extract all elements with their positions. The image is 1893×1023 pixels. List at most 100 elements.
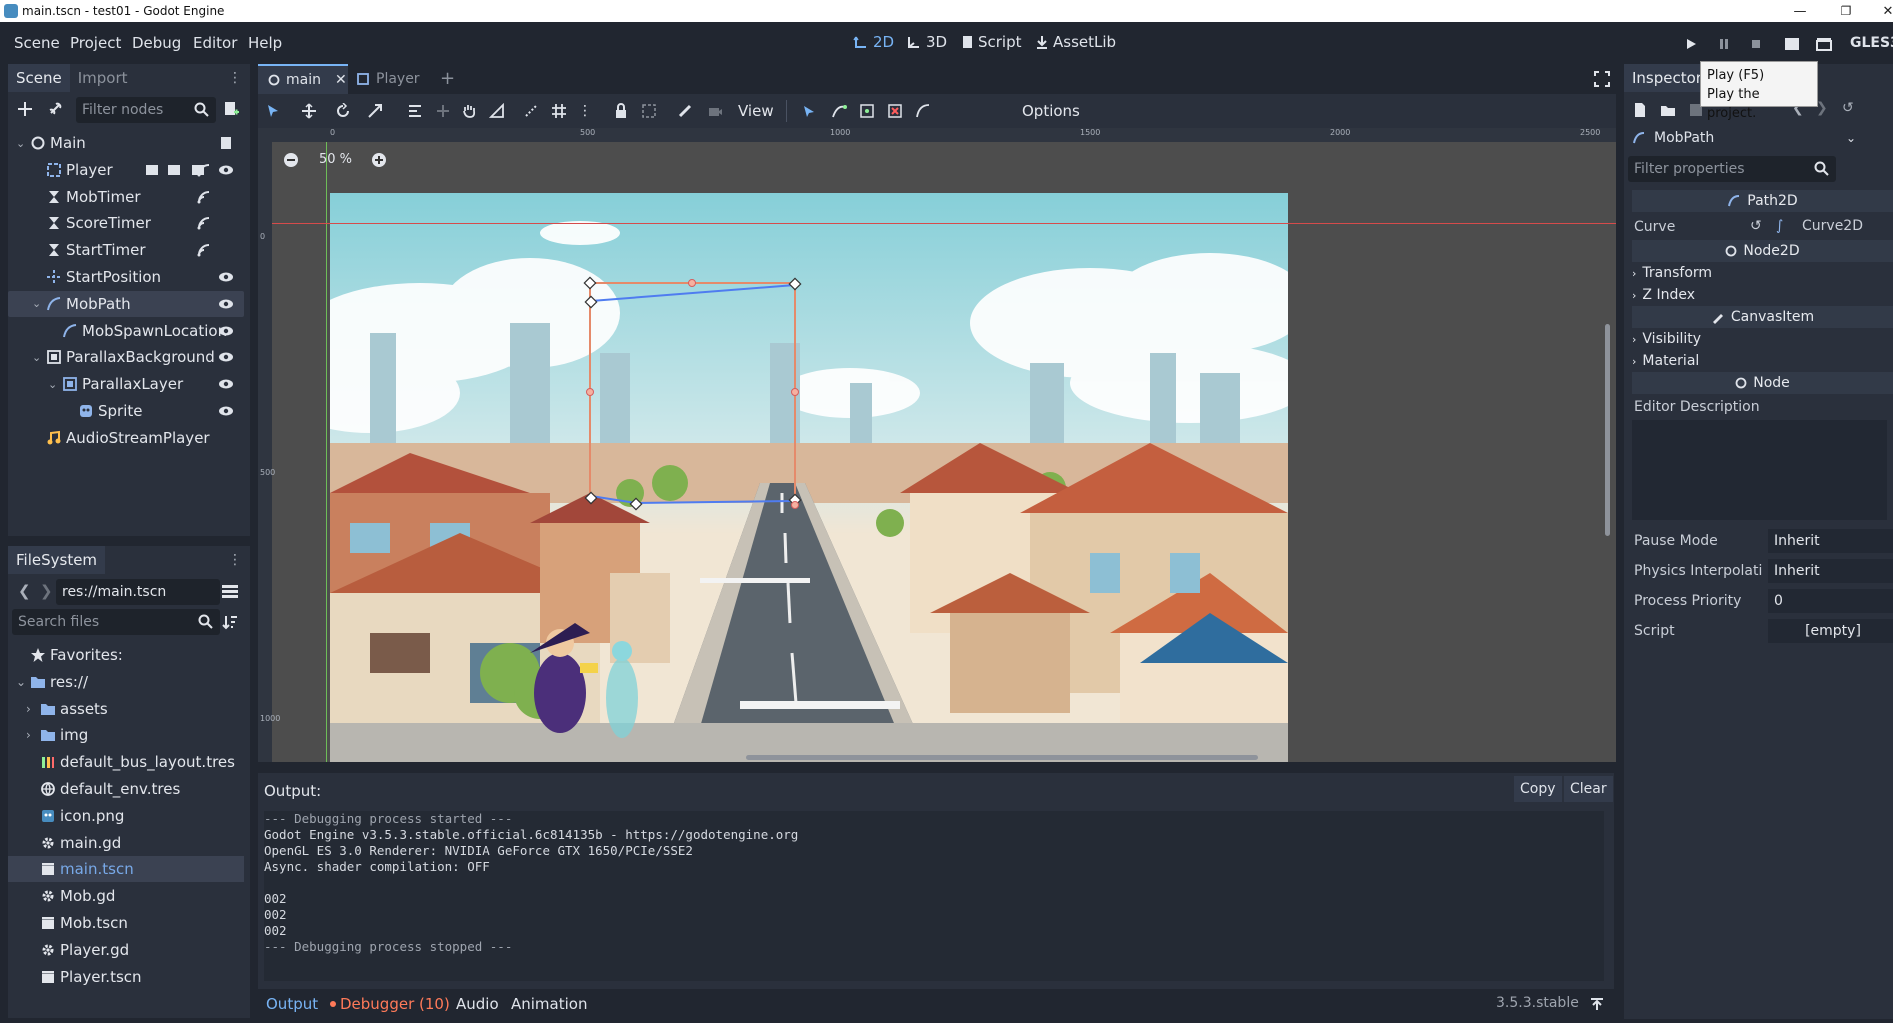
physics-interpolation-select[interactable]: Inherit — [1768, 559, 1893, 583]
play-scene-button[interactable] — [1781, 34, 1803, 54]
inspected-node-selector[interactable]: MobPath ⌄ — [1628, 126, 1888, 150]
scene-node-startposition[interactable]: StartPosition — [8, 264, 244, 290]
scene-node-audiostreamplayer[interactable]: AudioStreamPlayer — [8, 425, 244, 451]
signals-icon[interactable] — [196, 215, 212, 231]
history-back-button[interactable]: ❮ — [18, 582, 31, 600]
close-tab-icon[interactable]: ✕ — [335, 72, 347, 88]
pause-mode-select[interactable]: Inherit — [1768, 529, 1893, 553]
menu-help[interactable]: Help — [248, 34, 282, 52]
menu-scene[interactable]: Scene — [14, 34, 60, 52]
filter-nodes-input[interactable]: Filter nodes — [76, 97, 216, 123]
file-item[interactable]: main.gd — [8, 830, 244, 856]
scale-mode-button[interactable] — [364, 101, 386, 121]
zoom-out-button[interactable] — [283, 152, 299, 168]
stop-button[interactable] — [1745, 34, 1767, 54]
ruler-mode-button[interactable] — [486, 101, 508, 121]
new-scene-tab-button[interactable]: + — [440, 68, 455, 89]
object-history-button[interactable]: ↺ — [1842, 100, 1854, 116]
pan-mode-button[interactable] — [458, 101, 480, 121]
tab-import[interactable]: Import — [70, 64, 136, 92]
instance-scene-button[interactable] — [46, 100, 64, 118]
section-visibility[interactable]: › Visibility — [1632, 328, 1701, 350]
restore-button[interactable]: ❐ — [1823, 0, 1869, 22]
load-resource-button[interactable] — [1660, 102, 1676, 118]
scene-node-starttimer[interactable]: StartTimer — [8, 237, 244, 263]
tab-animation[interactable]: Animation — [511, 995, 587, 1013]
expand-panel-button[interactable] — [1590, 997, 1604, 1011]
process-priority-spinbox[interactable]: 0 — [1768, 589, 1893, 613]
minimize-button[interactable]: — — [1777, 0, 1823, 22]
horizontal-scrollbar[interactable] — [746, 755, 1258, 760]
file-item[interactable]: default_env.tres — [8, 776, 244, 802]
clear-button[interactable]: Clear — [1564, 776, 1613, 802]
scene-node-mobspawnlocation[interactable]: MobSpawnLocation — [8, 318, 244, 344]
filter-properties-input[interactable]: Filter properties — [1628, 156, 1836, 182]
delete-point-button[interactable] — [884, 101, 906, 121]
add-point-button[interactable] — [828, 101, 850, 121]
select-mode-button[interactable] — [262, 101, 284, 121]
dock-menu-icon[interactable]: ⋮ — [228, 70, 242, 86]
play-button[interactable] — [1680, 34, 1702, 54]
scene-node-mobpath[interactable]: ⌄ MobPath — [8, 290, 244, 317]
group-icon[interactable] — [166, 162, 182, 178]
collapse-arrow-icon[interactable]: ⌄ — [32, 351, 46, 364]
smart-snap-button[interactable] — [520, 101, 542, 121]
collapse-arrow-icon[interactable]: ⌄ — [32, 297, 46, 310]
revert-icon[interactable]: ↺ — [1750, 218, 1762, 234]
visibility-eye-icon[interactable] — [218, 296, 234, 312]
group-button[interactable] — [638, 101, 660, 121]
file-item[interactable]: Favorites: — [8, 642, 244, 668]
scene-node-parallaxlayer[interactable]: ⌄ ParallaxLayer — [8, 371, 244, 397]
signals-icon[interactable] — [196, 189, 212, 205]
file-item[interactable]: › assets — [8, 696, 244, 722]
file-item[interactable]: Player.tscn — [8, 964, 244, 990]
move-mode-button[interactable] — [298, 101, 320, 121]
file-item[interactable]: main.tscn — [8, 856, 244, 883]
script-resource-picker[interactable]: [empty] — [1768, 619, 1893, 643]
workspace-script-button[interactable]: Script — [960, 33, 1022, 51]
select-points-button[interactable] — [798, 101, 820, 121]
collapse-arrow-icon[interactable]: ⌄ — [48, 378, 62, 391]
history-forward-button[interactable]: ❯ — [40, 582, 53, 600]
output-log[interactable]: --- Debugging process started --- Godot E… — [264, 811, 1604, 981]
visibility-eye-icon[interactable] — [218, 349, 234, 365]
scene-node-scoretimer[interactable]: ScoreTimer — [8, 210, 244, 236]
pivot-mode-button[interactable] — [432, 101, 454, 121]
workspace-assetlib-button[interactable]: AssetLib — [1035, 33, 1116, 51]
expand-arrow-icon[interactable]: › — [26, 728, 40, 742]
section-transform[interactable]: › Transform — [1632, 262, 1712, 284]
canvas-viewport[interactable]: 0 500 1000 1500 2000 2500 0 500 1000 50 … — [258, 128, 1616, 762]
attach-script-button[interactable] — [222, 100, 240, 118]
menu-editor[interactable]: Editor — [193, 34, 237, 52]
zoom-level[interactable]: 50 % — [319, 152, 352, 167]
collapse-arrow-icon[interactable]: ⌄ — [16, 137, 30, 150]
distraction-free-button[interactable] — [1594, 71, 1610, 87]
scene-node-sprite[interactable]: Sprite — [8, 398, 244, 424]
curve-resource-value[interactable]: Curve2D — [1802, 218, 1863, 234]
sort-button[interactable] — [222, 614, 238, 630]
file-item[interactable]: icon.png — [8, 803, 244, 829]
tab-player[interactable]: Player — [356, 64, 420, 94]
options-menu[interactable]: Options — [1022, 102, 1080, 120]
script-icon[interactable] — [218, 135, 234, 151]
renderer-label[interactable]: GLES3 — [1850, 35, 1893, 51]
menu-debug[interactable]: Debug — [132, 34, 181, 52]
create-resource-button[interactable] — [1632, 102, 1648, 118]
tab-scene[interactable]: Scene — [8, 64, 70, 92]
close-window-button[interactable]: ✕ — [1865, 0, 1893, 22]
edit-curve-button[interactable] — [856, 101, 878, 121]
visibility-eye-icon[interactable] — [218, 269, 234, 285]
tab-debugger[interactable]: Debugger (10) — [330, 995, 450, 1013]
snap-options-button[interactable]: ⋮ — [574, 101, 596, 121]
list-select-button[interactable] — [404, 101, 426, 121]
tab-audio[interactable]: Audio — [456, 995, 499, 1013]
workspace-2d-button[interactable]: 2D — [853, 33, 894, 51]
section-z-index[interactable]: › Z Index — [1632, 284, 1695, 306]
grid-snap-button[interactable] — [548, 101, 570, 121]
search-files-input[interactable]: Search files — [12, 609, 220, 635]
dock-menu-icon[interactable]: ⋮ — [228, 552, 242, 568]
visibility-eye-icon[interactable] — [218, 323, 234, 339]
tab-inspector[interactable]: Inspector — [1624, 64, 1710, 92]
menu-project[interactable]: Project — [70, 34, 121, 52]
zoom-in-button[interactable] — [371, 152, 387, 168]
